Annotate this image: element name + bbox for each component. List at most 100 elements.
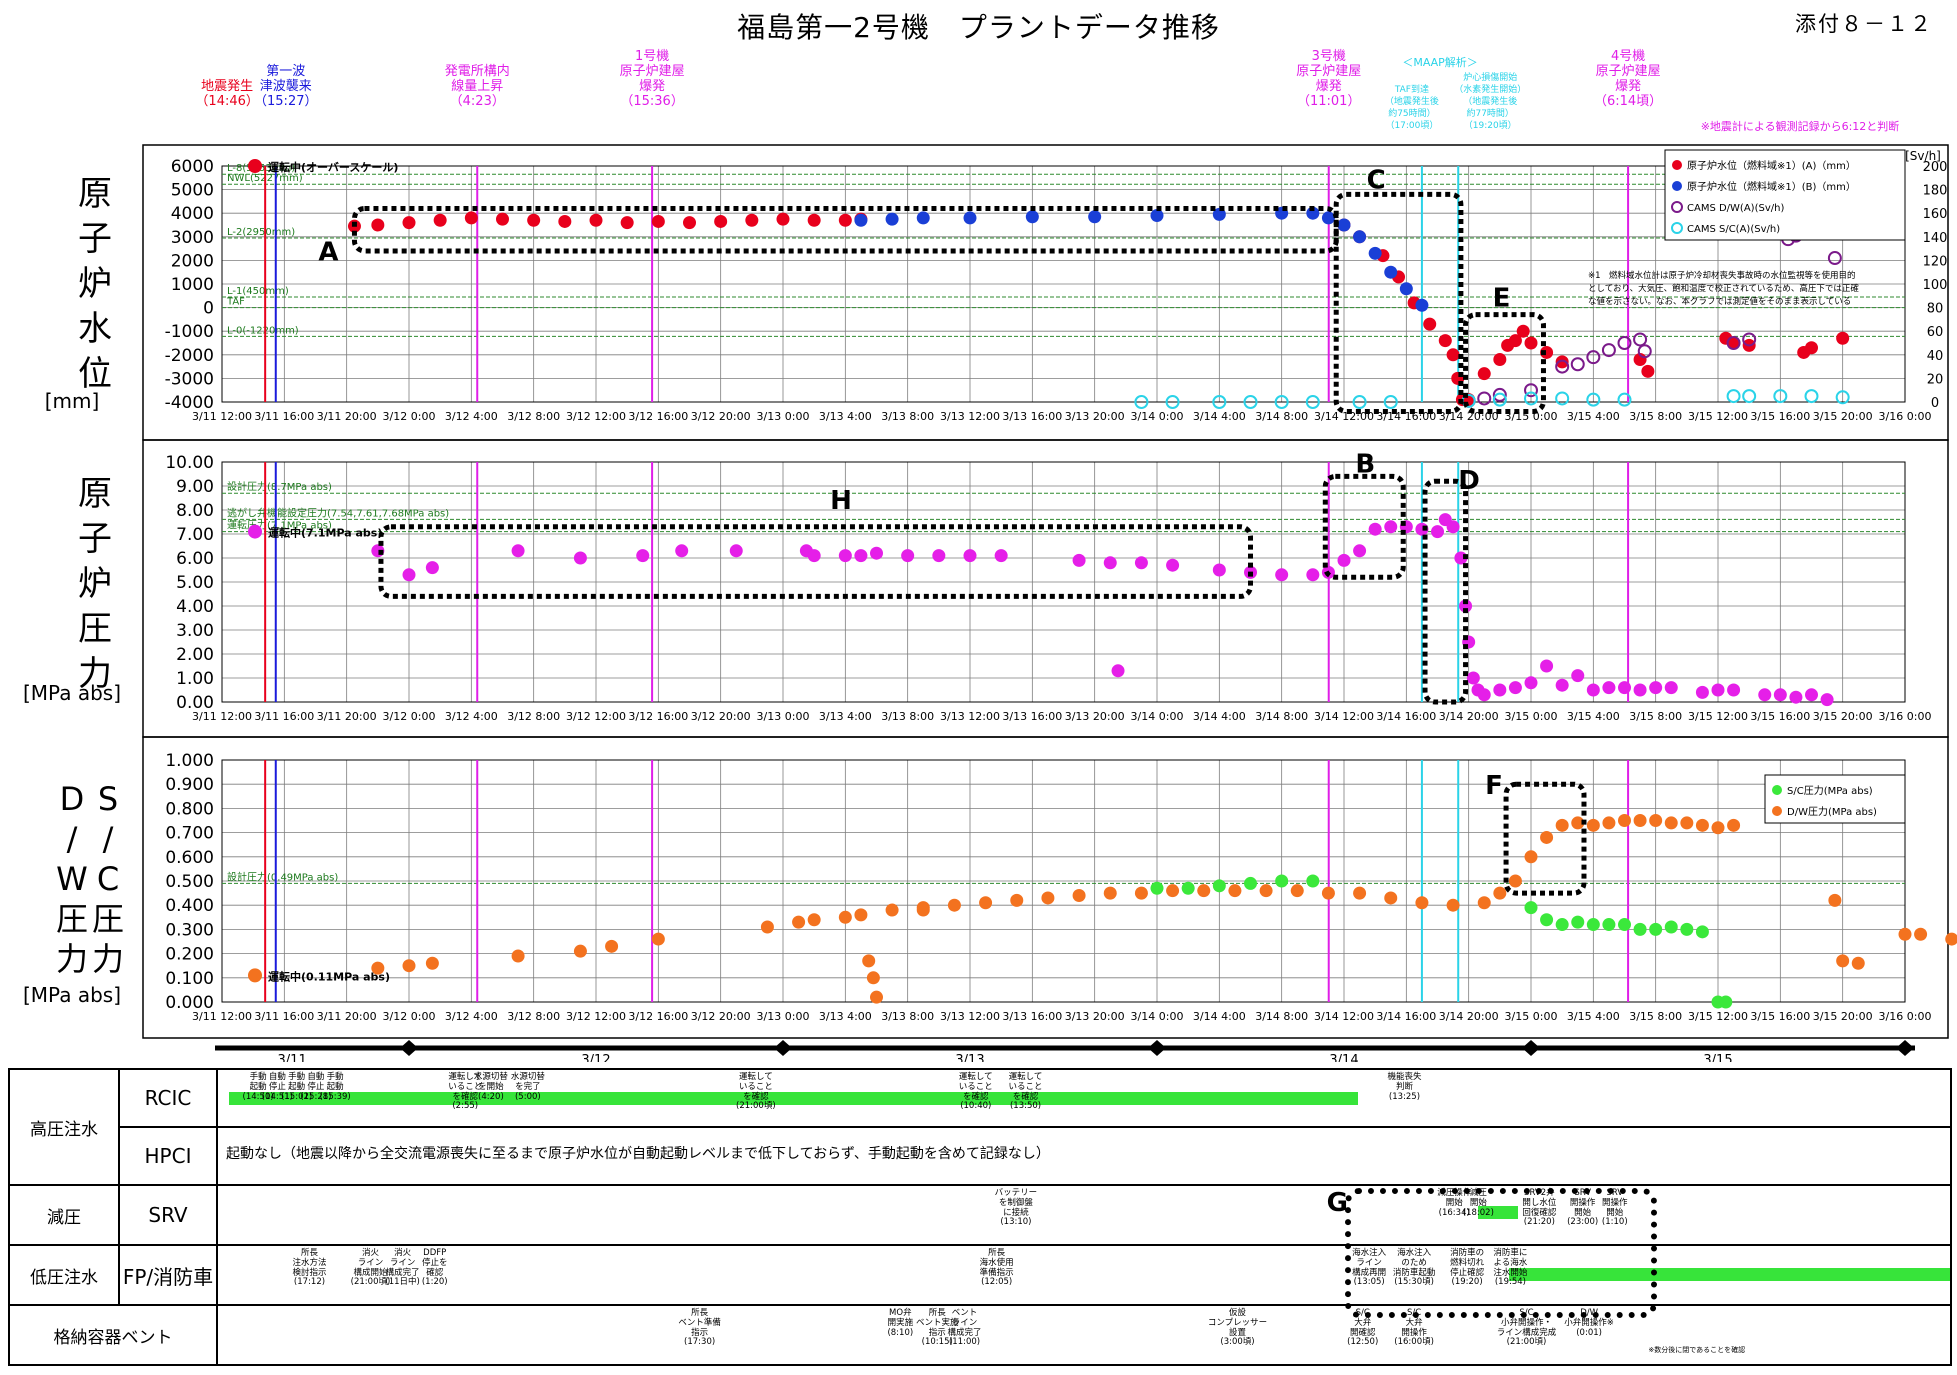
highlight-label-F: F <box>1485 771 1503 801</box>
data-point <box>1275 568 1289 582</box>
legend-marker <box>1672 160 1682 170</box>
data-point <box>1103 886 1117 900</box>
row-label-srv: SRV <box>118 1184 218 1246</box>
date-bar-marker <box>400 1040 418 1056</box>
x-tick-label: 3/14 0:00 <box>1131 1010 1184 1023</box>
x-tick-label: 3/12 12:00 <box>566 710 626 723</box>
data-point <box>1804 389 1819 404</box>
data-point <box>885 903 899 917</box>
data-point <box>1649 922 1663 936</box>
date-bar-marker <box>1896 1040 1914 1056</box>
operating-marker <box>248 968 262 983</box>
x-tick-label: 3/12 0:00 <box>383 710 436 723</box>
data-point <box>1680 816 1694 830</box>
y2-tick-label: 100 <box>1923 278 1948 293</box>
side-label-char: 原 <box>78 474 112 514</box>
data-point <box>1570 357 1585 372</box>
data-point <box>1664 681 1678 695</box>
data-point <box>1337 218 1351 232</box>
side-label-char: 圧 <box>78 609 112 649</box>
data-point <box>1446 520 1460 534</box>
operating-marker <box>248 524 262 539</box>
data-point <box>1742 389 1757 404</box>
data-point <box>1805 341 1818 355</box>
y-tick-label: 1.000 <box>165 751 214 771</box>
data-point <box>745 213 759 227</box>
data-point <box>854 549 868 563</box>
data-point <box>1727 818 1741 832</box>
date-bar-label: 3/15 <box>1703 1053 1732 1062</box>
legend-entry: D/W圧力(MPa abs) <box>1787 805 1877 818</box>
side-label-char: 炉 <box>78 264 112 304</box>
data-point <box>807 913 821 927</box>
x-tick-label: 3/15 20:00 <box>1813 410 1873 423</box>
legend-entry: CAMS D/W(A)(Sv/h) <box>1687 203 1784 214</box>
x-tick-label: 3/14 20:00 <box>1439 710 1499 723</box>
data-point <box>1150 209 1164 223</box>
data-point <box>963 549 977 563</box>
data-point <box>1111 664 1125 678</box>
x-tick-label: 3/12 12:00 <box>566 410 626 423</box>
data-point <box>862 954 876 968</box>
hpci-timeline: 起動なし（地震以降から全交流電源喪失に至るまで原子炉水位が自動起動レベルまで低下… <box>216 1126 1952 1186</box>
x-tick-label: 3/13 16:00 <box>1002 710 1062 723</box>
row-label-hpci: HPCI <box>118 1126 218 1186</box>
data-point <box>1827 251 1842 266</box>
x-tick-label: 3/15 16:00 <box>1750 1010 1810 1023</box>
data-point <box>1618 918 1631 932</box>
data-point <box>620 216 634 230</box>
data-point <box>1695 818 1709 832</box>
y2-tick-label: 0 <box>1931 396 1939 411</box>
x-tick-label: 3/15 8:00 <box>1629 710 1682 723</box>
data-point <box>807 213 821 227</box>
event-label-tsunami: （15:27） <box>254 94 317 109</box>
x-tick-label: 3/13 0:00 <box>757 710 810 723</box>
x-tick-label: 3/14 4:00 <box>1193 1010 1246 1023</box>
data-point <box>1789 690 1803 704</box>
data-point <box>1384 520 1398 534</box>
x-tick-label: 3/13 8:00 <box>881 1010 934 1023</box>
data-point <box>675 544 689 558</box>
x-tick-label: 3/12 8:00 <box>507 410 560 423</box>
timeline-event: 所長 ベント準備 指示 (17:30) <box>678 1308 721 1348</box>
x-tick-label: 3/15 4:00 <box>1567 710 1620 723</box>
legend-marker <box>1772 806 1782 816</box>
legend-entry: 原子炉水位（燃料域※1）(B)（mm） <box>1687 180 1856 193</box>
y-tick-label: -2000 <box>165 346 214 366</box>
data-point <box>1384 265 1398 279</box>
date-bar-label: 3/12 <box>581 1053 610 1062</box>
data-point <box>1633 814 1647 827</box>
event-label-u3: 3号機 <box>1312 49 1346 64</box>
y-tick-label: 5000 <box>171 181 214 201</box>
side-label-char: D <box>60 780 85 818</box>
data-point <box>1423 317 1437 331</box>
data-point <box>760 920 774 934</box>
data-point <box>1945 932 1957 946</box>
data-point <box>1540 830 1554 844</box>
x-tick-label: 3/12 12:00 <box>566 1010 626 1023</box>
data-point <box>838 549 852 563</box>
timeline-event: 消火 ライン 構成開始 (21:00頃) <box>350 1248 391 1288</box>
highlight-label-B: B <box>1355 449 1375 479</box>
x-tick-label: 3/14 4:00 <box>1193 710 1246 723</box>
data-point <box>1898 927 1912 941</box>
data-point <box>1431 525 1444 539</box>
x-tick-label: 3/14 16:00 <box>1376 710 1436 723</box>
data-point <box>963 211 977 225</box>
y-tick-label: 7.00 <box>176 525 214 545</box>
data-point <box>1602 918 1616 932</box>
side-unit: [MPa abs] <box>23 681 121 705</box>
data-point <box>1602 681 1616 695</box>
event-label-u3: 爆発 <box>1316 79 1342 94</box>
y-tick-label: 0.800 <box>165 799 214 819</box>
event-label-u1: 1号機 <box>635 49 669 64</box>
data-point <box>854 908 868 922</box>
y-tick-label: 4.00 <box>176 597 214 617</box>
x-tick-label: 3/13 12:00 <box>940 1010 1000 1023</box>
timeline-event: 水源切替 を開始 (4:20) <box>473 1072 508 1102</box>
highlight-label-H: H <box>830 486 852 516</box>
data-point <box>1664 816 1678 830</box>
data-point <box>1181 881 1195 895</box>
maap-header: ＜MAAP解析＞ <box>1402 55 1477 69</box>
note-line: としており、大気圧、飽和温度で校正されているため、高圧下では正確 <box>1588 283 1859 294</box>
